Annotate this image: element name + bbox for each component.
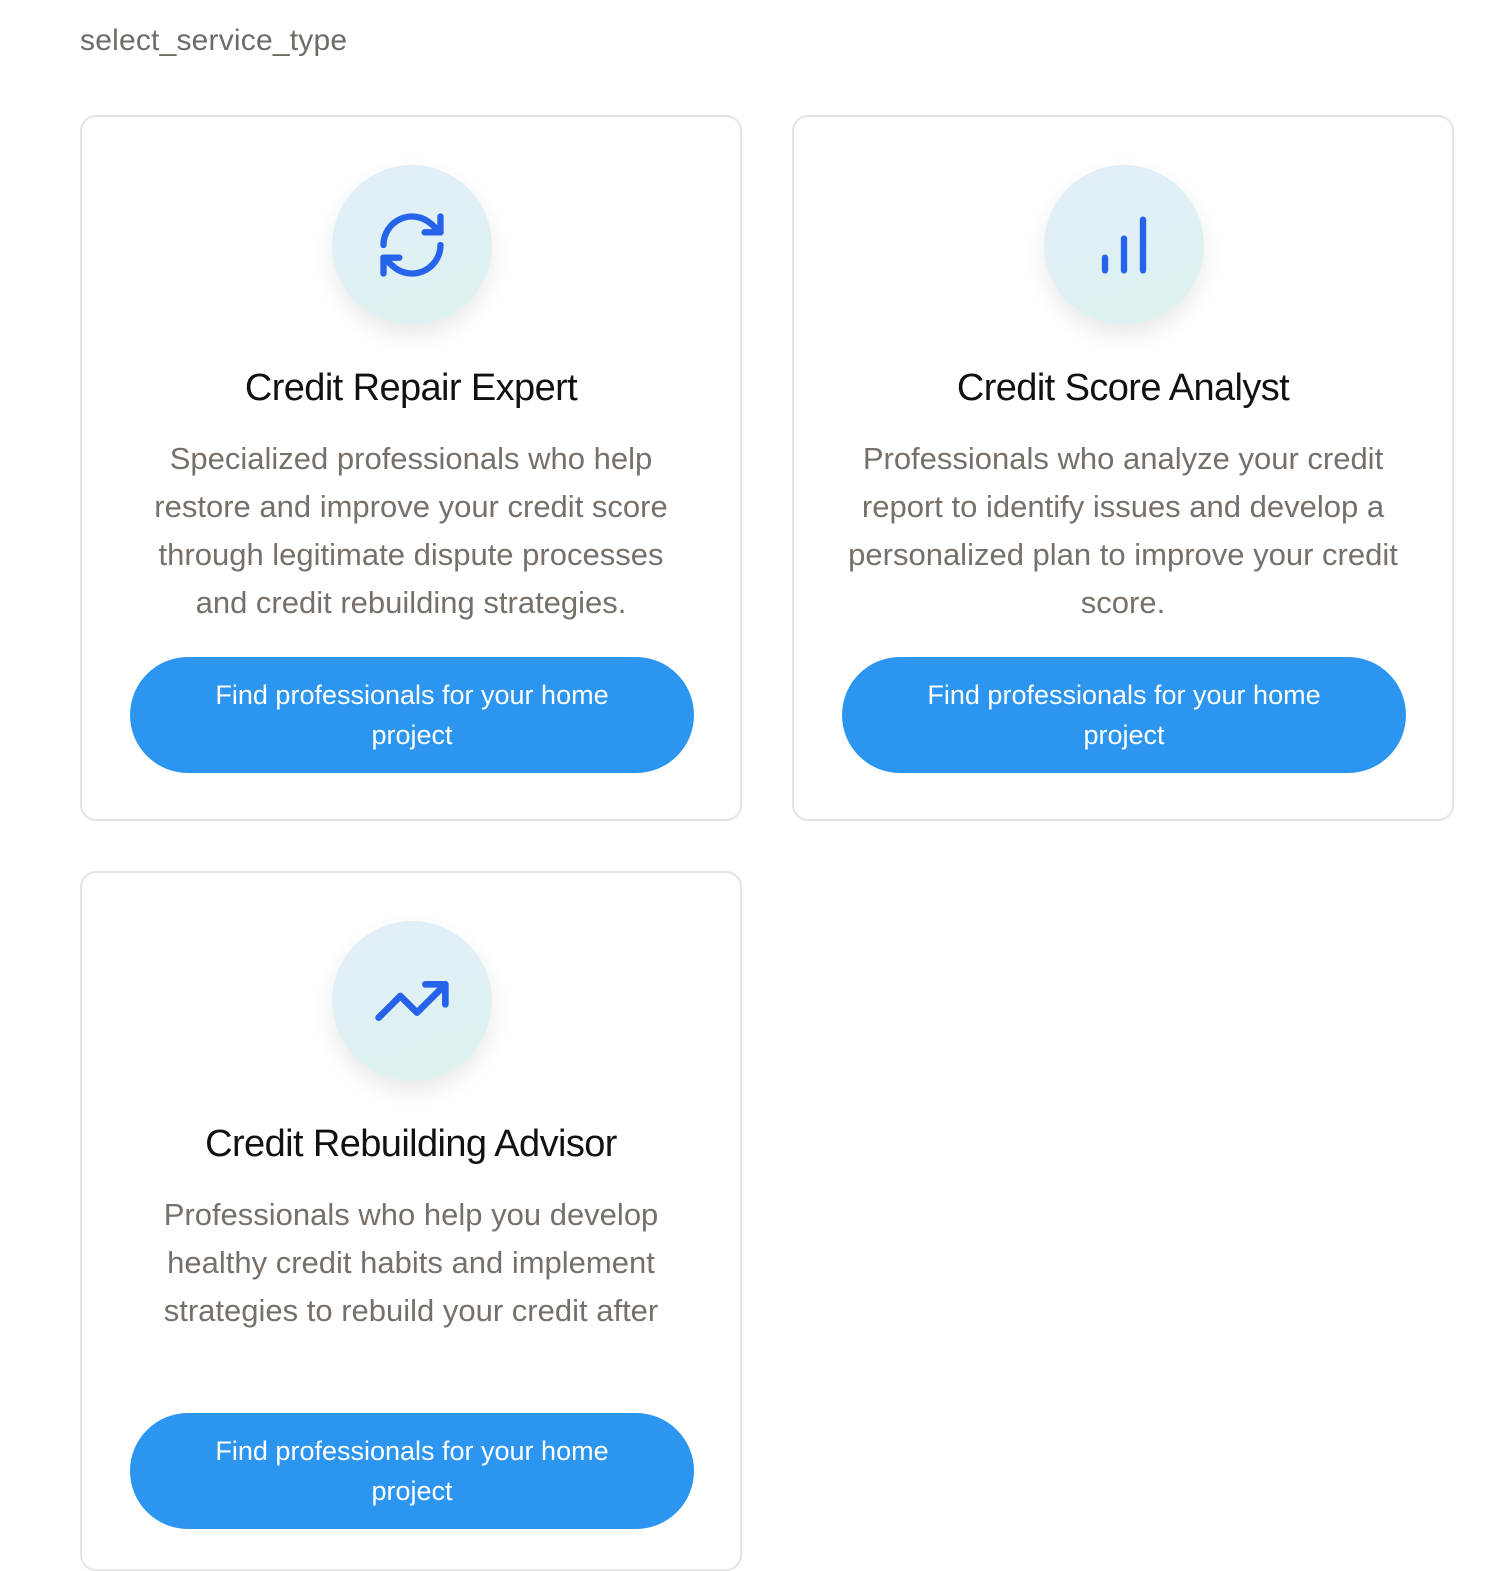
find-professionals-button[interactable]: Find professionals for your home project [130,657,694,773]
icon-badge [332,165,492,325]
service-card-credit-repair-expert[interactable]: Credit Repair Expert Specialized profess… [80,115,742,821]
icon-badge [1044,165,1204,325]
page-title: select_service_type [80,24,348,57]
card-description: Professionals who help you develop healt… [163,1197,659,1328]
find-professionals-button[interactable]: Find professionals for your home project [842,657,1406,773]
card-title: Credit Score Analyst [956,367,1290,409]
card-description: Specialized professionals who help resto… [154,441,668,620]
service-card-credit-rebuilding-advisor[interactable]: Credit Rebuilding Advisor Professionals … [80,871,742,1571]
card-title: Credit Repair Expert [244,367,578,409]
service-card-credit-score-analyst[interactable]: Credit Score Analyst Professionals who a… [792,115,1454,821]
icon-badge [332,921,492,1081]
find-professionals-button[interactable]: Find professionals for your home project [130,1413,694,1529]
trending-up-icon [375,981,449,1021]
card-title: Credit Rebuilding Advisor [205,1123,617,1165]
card-description: Professionals who analyze your credit re… [848,441,1398,620]
bar-chart-icon [1101,216,1147,274]
refresh-icon [380,213,444,277]
